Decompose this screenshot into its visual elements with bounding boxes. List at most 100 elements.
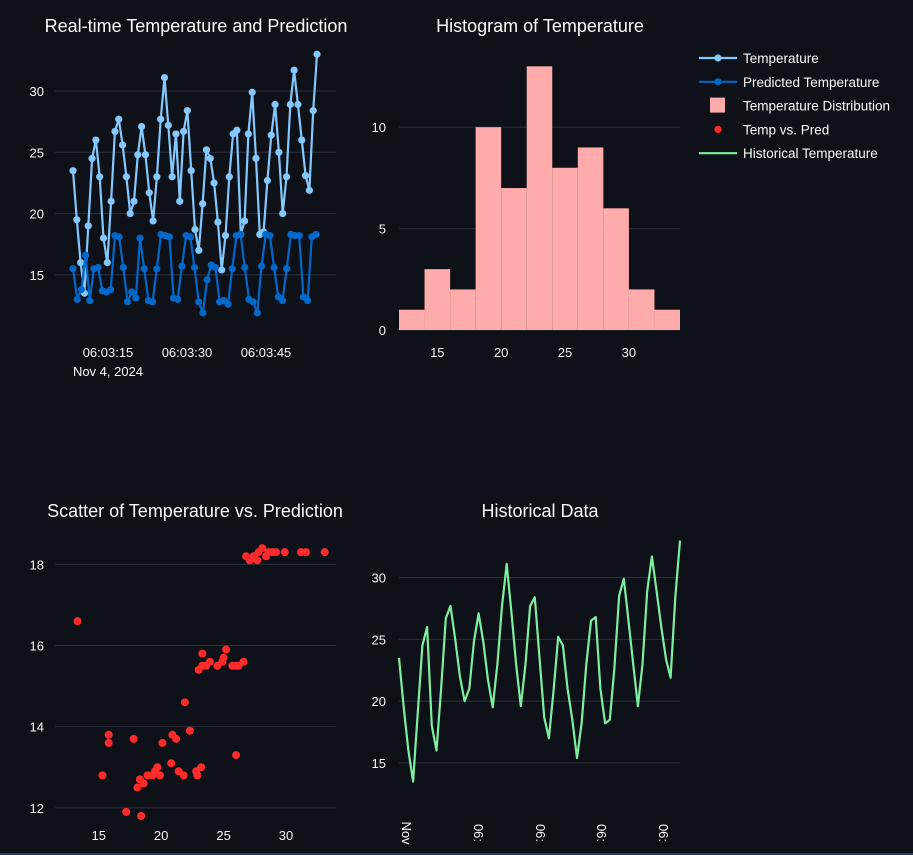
temperature-point bbox=[138, 122, 146, 131]
histogram-x-tick-label: 25 bbox=[558, 345, 572, 360]
temperature-point bbox=[214, 218, 222, 226]
histogram-chart-title: Histogram of Temperature bbox=[436, 16, 644, 36]
histogram-bar bbox=[526, 66, 553, 331]
scatter-points bbox=[73, 544, 329, 820]
temperature-point bbox=[279, 209, 287, 218]
legend-swatch-marker bbox=[714, 54, 722, 62]
realtime-y-tick-label: 20 bbox=[30, 207, 44, 222]
histogram-bar bbox=[603, 208, 629, 330]
predicted-temperature-point bbox=[283, 265, 291, 273]
predicted-temperature-point bbox=[94, 263, 102, 272]
scatter-chart-title: Scatter of Temperature vs. Prediction bbox=[47, 501, 343, 521]
predicted-temperature-point bbox=[249, 298, 257, 306]
temperature-point bbox=[164, 121, 172, 129]
temperature-point bbox=[305, 186, 313, 194]
realtime-x-ticks: 06:03:15 06:03:30 06:03:45 bbox=[83, 345, 292, 360]
scatter-point bbox=[139, 779, 148, 788]
histogram-bar bbox=[577, 147, 604, 330]
scatter-x-ticks: 15 20 25 30 bbox=[91, 828, 293, 843]
realtime-chart[interactable]: Real-time Temperature and Prediction 15 2… bbox=[30, 16, 348, 379]
legend: Temperature Predicted Temperature Temperat… bbox=[699, 51, 890, 161]
realtime-x-tick-label: 06:03:15 bbox=[83, 345, 134, 360]
realtime-grid bbox=[55, 90, 336, 276]
temperature-point bbox=[294, 100, 302, 109]
predicted-temperature-point bbox=[165, 233, 173, 241]
temperature-point bbox=[183, 107, 191, 115]
temperature-point bbox=[195, 246, 203, 254]
scatter-point bbox=[153, 763, 162, 772]
historical-chart-title: Historical Data bbox=[481, 501, 599, 521]
temperature-point bbox=[126, 209, 134, 218]
scatter-y-tick-label: 18 bbox=[30, 557, 44, 572]
legend-label: Temperature Distribution bbox=[743, 99, 890, 114]
scatter-x-tick-label: 15 bbox=[91, 828, 105, 843]
predicted-temperature-point bbox=[278, 296, 287, 305]
scatter-y-tick-label: 14 bbox=[30, 720, 44, 735]
predicted-temperature-point bbox=[257, 262, 266, 270]
scatter-point bbox=[232, 751, 241, 760]
temperature-point bbox=[282, 173, 291, 181]
predicted-temperature-point bbox=[312, 230, 320, 239]
predicted-temperature-point bbox=[81, 251, 90, 259]
scatter-x-tick-label: 25 bbox=[216, 828, 230, 843]
scatter-point bbox=[320, 548, 329, 557]
scatter-y-ticks: 12 14 16 18 bbox=[30, 557, 44, 815]
historical-y-tick-label: 25 bbox=[372, 632, 386, 647]
temperature-point bbox=[263, 176, 272, 185]
predicted-temperature-point bbox=[295, 232, 303, 240]
temperature-point bbox=[233, 126, 241, 134]
histogram-y-tick-label: 0 bbox=[379, 323, 386, 338]
realtime-y-tick-label: 15 bbox=[30, 268, 44, 283]
predicted-temperature-point bbox=[174, 295, 182, 303]
temperature-point bbox=[134, 151, 142, 159]
predicted-temperature-point bbox=[107, 285, 115, 294]
predicted-temperature-point bbox=[266, 232, 274, 240]
temperature-point bbox=[187, 167, 195, 175]
temperature-point bbox=[84, 222, 92, 230]
scatter-point bbox=[179, 771, 188, 780]
realtime-date-label: Nov 4, 2024 bbox=[73, 364, 143, 379]
predicted-temperature-point bbox=[123, 298, 132, 306]
temperature-point bbox=[244, 130, 252, 138]
temperature-point bbox=[172, 130, 180, 138]
temperature-point bbox=[115, 115, 123, 123]
temperature-point bbox=[149, 217, 157, 225]
scatter-point bbox=[197, 763, 206, 772]
historical-x-tick-label: 06: bbox=[594, 824, 609, 842]
scatter-point bbox=[219, 653, 228, 662]
realtime-chart-title: Real-time Temperature and Prediction bbox=[45, 16, 348, 36]
predicted-temperature-point bbox=[236, 230, 245, 239]
historical-series bbox=[397, 540, 682, 783]
temperature-point bbox=[225, 173, 233, 181]
temperature-point bbox=[168, 173, 176, 181]
predicted-temperature-point bbox=[119, 263, 127, 272]
predicted-temperature-point bbox=[77, 285, 85, 294]
scatter-point bbox=[205, 657, 214, 666]
scatter-y-tick-label: 12 bbox=[30, 801, 44, 816]
predicted-temperature-point bbox=[140, 265, 148, 273]
temperature-point bbox=[157, 115, 165, 123]
scatter-chart[interactable]: Scatter of Temperature vs. Prediction 12… bbox=[30, 501, 343, 843]
historical-temperature-line bbox=[397, 540, 682, 783]
histogram-chart[interactable]: Histogram of Temperature 0 5 10 15 20 25 30 bbox=[372, 16, 680, 360]
predicted-temperature-point bbox=[115, 233, 123, 241]
temperature-point bbox=[210, 179, 218, 187]
temperature-point bbox=[176, 197, 184, 205]
legend-label: Temp vs. Pred bbox=[743, 122, 829, 137]
historical-y-tick-label: 20 bbox=[372, 694, 386, 709]
temperature-point bbox=[199, 200, 207, 208]
histogram-x-tick-label: 15 bbox=[430, 345, 444, 360]
scatter-point bbox=[302, 548, 311, 557]
historical-x-tick-label: 06: bbox=[656, 824, 671, 842]
historical-chart[interactable]: Historical Data 15 20 25 30 Nov 06: 06: 06: 06: bbox=[372, 501, 682, 845]
predicted-temperature-point bbox=[199, 309, 207, 317]
temperature-point bbox=[191, 225, 199, 234]
temperature-point bbox=[160, 73, 169, 82]
histogram-y-tick-label: 5 bbox=[379, 222, 386, 237]
temperature-point bbox=[218, 266, 226, 274]
temperature-point bbox=[179, 127, 188, 136]
scatter-point bbox=[280, 548, 289, 557]
scatter-point bbox=[98, 771, 107, 780]
predicted-temperature-point bbox=[195, 298, 203, 306]
predicted-temperature-point bbox=[224, 300, 232, 308]
